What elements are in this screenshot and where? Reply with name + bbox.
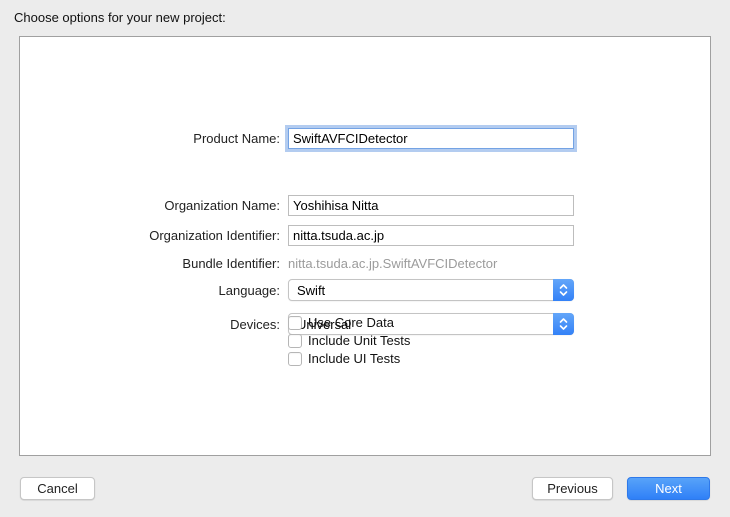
organization-name-row: Organization Name: — [20, 195, 710, 216]
include-unit-tests-checkbox[interactable] — [288, 333, 302, 348]
cancel-button[interactable]: Cancel — [20, 477, 95, 500]
use-core-data-option[interactable]: Use Core Data — [288, 315, 394, 330]
chevron-up-down-icon — [553, 279, 574, 301]
product-name-row: Product Name: — [20, 128, 710, 149]
options-panel: Product Name: Organization Name: Organiz… — [19, 36, 711, 456]
bundle-identifier-value: nitta.tsuda.ac.jp.SwiftAVFCIDetector — [288, 256, 498, 271]
previous-button[interactable]: Previous — [532, 477, 613, 500]
project-options-form: Product Name: Organization Name: Organiz… — [20, 37, 710, 455]
bundle-identifier-row — [20, 221, 710, 235]
language-popup-value: Swift — [297, 282, 326, 298]
use-core-data-label: Use Core Data — [308, 315, 394, 330]
include-ui-tests-checkbox[interactable] — [288, 351, 302, 366]
include-unit-tests-label: Include Unit Tests — [308, 333, 411, 348]
language-row: Language: Swift — [20, 279, 710, 301]
use-core-data-checkbox[interactable] — [288, 315, 302, 330]
product-name-label: Product Name: — [193, 131, 280, 146]
organization-name-input[interactable] — [288, 195, 574, 216]
include-ui-tests-option[interactable]: Include UI Tests — [288, 351, 400, 366]
bundle-identifier-row: Bundle Identifier: nitta.tsuda.ac.jp.Swi… — [20, 256, 710, 271]
devices-label: Devices: — [230, 316, 280, 332]
bundle-identifier-label: Bundle Identifier: — [182, 256, 280, 271]
include-unit-tests-option[interactable]: Include Unit Tests — [288, 333, 410, 348]
next-button[interactable]: Next — [627, 477, 710, 500]
organization-name-label: Organization Name: — [164, 198, 280, 213]
product-name-input[interactable] — [288, 128, 574, 149]
language-label: Language: — [218, 282, 280, 298]
dialog-title: Choose options for your new project: — [14, 10, 226, 25]
include-ui-tests-label: Include UI Tests — [308, 351, 401, 366]
chevron-up-down-icon — [553, 313, 574, 335]
language-popup[interactable]: Swift — [288, 279, 574, 301]
